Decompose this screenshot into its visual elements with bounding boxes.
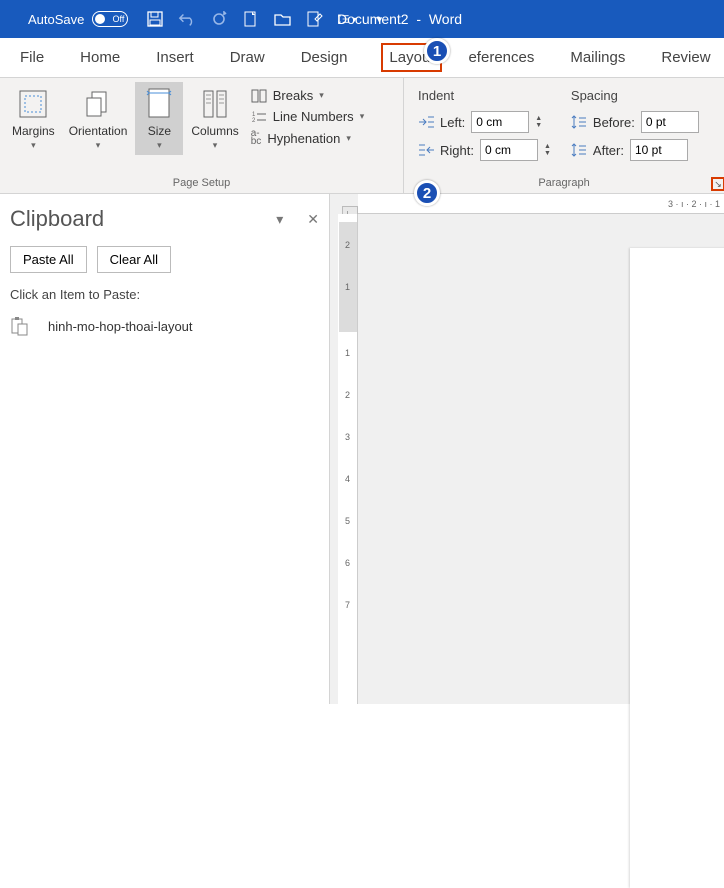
hyphenation-button[interactable]: a-bc Hyphenation ▾ [251, 130, 364, 146]
tab-file[interactable]: File [18, 41, 46, 74]
tab-draw[interactable]: Draw [228, 41, 267, 74]
hyphenation-icon: a-bc [251, 130, 262, 146]
save-icon[interactable] [146, 10, 164, 28]
line-numbers-label: Line Numbers [273, 109, 354, 124]
clipboard-item-text: hinh-mo-hop-thoai-layout [48, 319, 193, 334]
document-page[interactable] [630, 248, 724, 888]
paste-all-button[interactable]: Paste All [10, 246, 87, 273]
tab-mailings[interactable]: Mailings [568, 41, 627, 74]
breaks-button[interactable]: Breaks ▾ [251, 88, 364, 103]
chevron-down-icon: ▾ [213, 140, 218, 151]
orientation-label: Orientation [69, 124, 128, 138]
indent-right-icon [418, 143, 434, 157]
chevron-down-icon: ▾ [346, 133, 351, 144]
ruler-tick: 5 [345, 516, 350, 526]
indent-right-label: Right: [440, 143, 474, 158]
margins-label: Margins [12, 124, 55, 138]
ruler-tick: 3 [345, 432, 350, 442]
clipboard-title: Clipboard [10, 206, 104, 232]
columns-label: Columns [191, 124, 238, 138]
tab-insert[interactable]: Insert [154, 41, 196, 74]
open-icon[interactable] [274, 10, 292, 28]
orientation-icon [82, 86, 114, 122]
size-button[interactable]: Size ▾ [135, 82, 183, 155]
tab-references[interactable]: eferences [466, 41, 536, 74]
margins-icon [17, 86, 49, 122]
autosave-label: AutoSave [28, 12, 84, 27]
indent-left-icon [418, 115, 434, 129]
spinner-icon[interactable]: ▲▼ [535, 115, 542, 129]
clipboard-hint: Click an Item to Paste: [10, 287, 319, 302]
callout-badge-2: 2 [414, 180, 440, 206]
tab-design[interactable]: Design [299, 41, 350, 74]
indent-right-input[interactable] [480, 139, 538, 161]
callout-badge-1: 1 [424, 38, 450, 64]
indent-header: Indent [418, 88, 551, 103]
spacing-after-input[interactable] [630, 139, 688, 161]
page-setup-group-label: Page Setup [6, 175, 397, 191]
ruler-horizontal[interactable]: 3 · ı · 2 · ı · 1 [358, 194, 724, 214]
clipboard-pane: Clipboard ▾ ✕ Paste All Clear All Click … [0, 194, 330, 704]
group-page-setup: Margins ▾ Orientation ▾ Size ▾ Columns ▾ [0, 78, 404, 193]
size-icon [145, 86, 173, 122]
size-label: Size [148, 124, 171, 138]
autosave-toggle[interactable]: Off [92, 11, 128, 27]
tab-home[interactable]: Home [78, 41, 122, 74]
chevron-down-icon: ▾ [157, 140, 162, 151]
breaks-label: Breaks [273, 88, 313, 103]
clipboard-item[interactable]: hinh-mo-hop-thoai-layout [10, 316, 319, 336]
spinner-icon[interactable]: ▲▼ [544, 143, 551, 157]
ruler-tick: 7 [345, 600, 350, 610]
line-numbers-button[interactable]: 12 Line Numbers ▾ [251, 109, 364, 124]
margins-button[interactable]: Margins ▾ [6, 82, 61, 155]
indent-left-input[interactable] [471, 111, 529, 133]
ruler-tick: 4 [345, 474, 350, 484]
undo-icon[interactable] [178, 10, 196, 28]
paragraph-group-label: Paragraph [410, 175, 718, 191]
ruler-tick: 2 [345, 390, 350, 400]
edit-icon[interactable] [306, 10, 324, 28]
orientation-button[interactable]: Orientation ▾ [63, 82, 134, 155]
new-doc-icon[interactable] [242, 10, 260, 28]
page-setup-dialog-launcher[interactable]: ↘ [711, 177, 724, 191]
breaks-icon [251, 89, 267, 103]
ribbon-content: Margins ▾ Orientation ▾ Size ▾ Columns ▾ [0, 78, 724, 194]
chevron-down-icon: ▾ [319, 90, 324, 101]
ribbon-tabs: File Home Insert Draw Design Layout efer… [0, 38, 724, 78]
document-area: 3 · ı · 2 · ı · 1 ∟ 2 1 1 2 3 4 5 6 7 [330, 194, 724, 704]
ruler-tick: 6 [345, 558, 350, 568]
columns-icon [201, 86, 229, 122]
svg-text:2: 2 [252, 118, 256, 124]
line-numbers-icon: 12 [251, 110, 267, 124]
ruler-vertical[interactable]: 2 1 1 2 3 4 5 6 7 [338, 214, 358, 704]
chevron-down-icon: ▾ [31, 140, 36, 151]
columns-button[interactable]: Columns ▾ [185, 82, 244, 155]
tab-review[interactable]: Review [659, 41, 712, 74]
clear-all-button[interactable]: Clear All [97, 246, 171, 273]
autosave-control[interactable]: AutoSave Off [28, 11, 128, 27]
document-title: Document2 - Word [337, 11, 462, 27]
spacing-before-input[interactable] [641, 111, 699, 133]
chevron-down-icon: ▾ [360, 111, 365, 122]
ruler-tick: 1 [345, 348, 350, 358]
spacing-after-label: After: [593, 143, 624, 158]
spacing-before-icon [571, 115, 587, 129]
paste-icon [10, 316, 28, 336]
spacing-after-icon [571, 143, 587, 157]
clipboard-options-icon[interactable]: ▾ [276, 211, 283, 228]
close-icon[interactable]: ✕ [307, 211, 319, 228]
spacing-header: Spacing [571, 88, 699, 103]
spacing-before-label: Before: [593, 115, 635, 130]
title-bar: AutoSave Off ▾ ▾ Document2 - Word [0, 0, 724, 38]
chevron-down-icon: ▾ [96, 140, 101, 151]
indent-left-label: Left: [440, 115, 465, 130]
ruler-vertical-margin: 2 1 [339, 222, 357, 332]
redo-icon[interactable] [210, 10, 228, 28]
group-paragraph: Indent Left: ▲▼ Right: ▲▼ Spacing [404, 78, 724, 193]
hyphenation-label: Hyphenation [267, 131, 340, 146]
